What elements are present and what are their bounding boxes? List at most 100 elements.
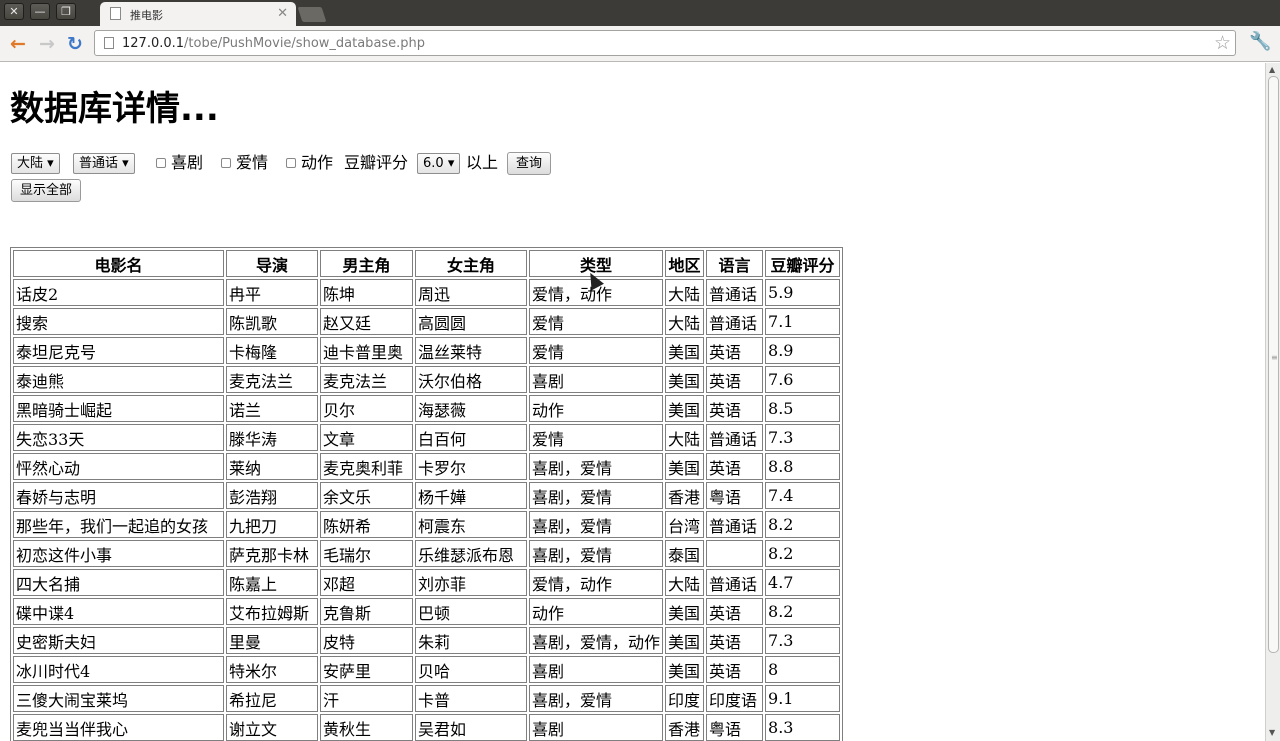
cell-actress: 杨千嬅 bbox=[415, 482, 527, 509]
cell-language: 普通话 bbox=[706, 569, 764, 596]
cell-region: 印度 bbox=[665, 685, 705, 712]
cell-actor: 邓超 bbox=[320, 569, 413, 596]
minimize-window-icon[interactable]: — bbox=[30, 3, 50, 20]
cell-actress: 吴君如 bbox=[415, 714, 527, 741]
cell-actress: 朱莉 bbox=[415, 627, 527, 654]
table-row: 黑暗骑士崛起 诺兰 贝尔 海瑟薇 动作 美国 英语 8.5 bbox=[13, 395, 841, 422]
cell-language: 普通话 bbox=[706, 511, 764, 538]
page-icon bbox=[110, 7, 121, 20]
action-checkbox[interactable] bbox=[286, 158, 296, 168]
cell-language: 粤语 bbox=[706, 714, 764, 741]
cell-actor: 余文乐 bbox=[320, 482, 413, 509]
cell-actress: 高圆圆 bbox=[415, 308, 527, 335]
address-bar[interactable]: 127.0.0.1/tobe/PushMovie/show_database.p… bbox=[94, 30, 1236, 56]
cell-actor: 安萨里 bbox=[320, 656, 413, 683]
region-select[interactable]: 大陆 ▾ bbox=[11, 153, 60, 174]
cell-actor: 麦克法兰 bbox=[320, 366, 413, 393]
cell-rating: 5.9 bbox=[765, 279, 841, 306]
cell-rating: 7.6 bbox=[765, 366, 841, 393]
cell-title: 黑暗骑士崛起 bbox=[13, 395, 224, 422]
scroll-up-arrow-icon[interactable]: ▲ bbox=[1269, 65, 1275, 74]
page-title: 数据库详情... bbox=[10, 89, 219, 129]
cell-actress: 沃尔伯格 bbox=[415, 366, 527, 393]
cell-genre: 喜剧，爱情 bbox=[529, 511, 664, 538]
cell-language: 英语 bbox=[706, 366, 764, 393]
tab-close-icon[interactable]: ✕ bbox=[277, 6, 288, 21]
cell-rating: 8.5 bbox=[765, 395, 841, 422]
wrench-menu-icon[interactable]: 🔧 bbox=[1249, 31, 1271, 52]
rating-select[interactable]: 6.0 ▾ bbox=[417, 153, 461, 174]
column-header-director: 导演 bbox=[226, 250, 318, 277]
column-header-actor: 男主角 bbox=[320, 250, 413, 277]
cell-language: 普通话 bbox=[706, 424, 764, 451]
cell-genre: 喜剧，爱情 bbox=[529, 453, 664, 480]
table-row: 话皮2 冉平 陈坤 周迅 爱情，动作 大陆 普通话 5.9 bbox=[13, 279, 841, 306]
language-select[interactable]: 普通话 ▾ bbox=[73, 153, 135, 174]
cell-rating: 8.2 bbox=[765, 598, 841, 625]
scrollbar-thumb[interactable] bbox=[1268, 76, 1279, 653]
cell-region: 大陆 bbox=[665, 424, 705, 451]
cell-actor: 克鲁斯 bbox=[320, 598, 413, 625]
table-row: 史密斯夫妇 里曼 皮特 朱莉 喜剧，爱情，动作 美国 英语 7.3 bbox=[13, 627, 841, 654]
cell-director: 彭浩翔 bbox=[226, 482, 318, 509]
cell-genre: 爱情，动作 bbox=[529, 569, 664, 596]
cell-region: 香港 bbox=[665, 714, 705, 741]
cell-actress: 周迅 bbox=[415, 279, 527, 306]
cell-title: 初恋这件小事 bbox=[13, 540, 224, 567]
show-all-button[interactable]: 显示全部 bbox=[11, 179, 82, 202]
cell-actor: 迪卡普里奥 bbox=[320, 337, 413, 364]
cell-region: 大陆 bbox=[665, 279, 705, 306]
cell-title: 搜索 bbox=[13, 308, 224, 335]
cell-title: 三傻大闹宝莱坞 bbox=[13, 685, 224, 712]
bookmark-star-icon[interactable]: ☆ bbox=[1214, 32, 1231, 54]
cell-actor: 汗 bbox=[320, 685, 413, 712]
cell-actress: 乐维瑟派布恩 bbox=[415, 540, 527, 567]
romance-checkbox[interactable] bbox=[221, 158, 231, 168]
table-row: 失恋33天 滕华涛 文章 白百何 爱情 大陆 普通话 7.3 bbox=[13, 424, 841, 451]
column-header-actress: 女主角 bbox=[415, 250, 527, 277]
cell-title: 泰坦尼克号 bbox=[13, 337, 224, 364]
table-row: 怦然心动 莱纳 麦克奥利菲 卡罗尔 喜剧，爱情 美国 英语 8.8 bbox=[13, 453, 841, 480]
cell-director: 麦克法兰 bbox=[226, 366, 318, 393]
cell-genre: 动作 bbox=[529, 395, 664, 422]
query-button[interactable]: 查询 bbox=[507, 152, 552, 175]
column-header-region: 地区 bbox=[665, 250, 705, 277]
cell-director: 里曼 bbox=[226, 627, 318, 654]
cell-actress: 白百何 bbox=[415, 424, 527, 451]
rating-label: 豆瓣评分 bbox=[344, 153, 409, 172]
table-header-row: 电影名 导演 男主角 女主角 类型 地区 语言 豆瓣评分 bbox=[13, 250, 841, 277]
scroll-down-arrow-icon[interactable]: ▼ bbox=[1269, 728, 1275, 737]
cell-actor: 毛瑞尔 bbox=[320, 540, 413, 567]
comedy-label: 喜剧 bbox=[171, 153, 204, 172]
new-tab-button[interactable] bbox=[297, 7, 327, 22]
url-text: 127.0.0.1/tobe/PushMovie/show_database.p… bbox=[122, 36, 426, 51]
cell-title: 春娇与志明 bbox=[13, 482, 224, 509]
maximize-window-icon[interactable]: ❐ bbox=[56, 3, 76, 20]
comedy-checkbox[interactable] bbox=[156, 158, 166, 168]
cell-region: 泰国 bbox=[665, 540, 705, 567]
reload-icon[interactable]: ↻ bbox=[64, 33, 86, 55]
browser-tab[interactable]: 推电影 ✕ bbox=[100, 2, 296, 26]
cell-region: 大陆 bbox=[665, 569, 705, 596]
table-row: 麦兜当当伴我心 谢立文 黄秋生 吴君如 喜剧 香港 粤语 8.3 bbox=[13, 714, 841, 741]
cell-region: 美国 bbox=[665, 366, 705, 393]
cell-director: 特米尔 bbox=[226, 656, 318, 683]
cell-language: 英语 bbox=[706, 395, 764, 422]
cell-director: 卡梅隆 bbox=[226, 337, 318, 364]
back-arrow-icon[interactable]: ← bbox=[7, 33, 29, 55]
cell-rating: 8 bbox=[765, 656, 841, 683]
cell-actor: 黄秋生 bbox=[320, 714, 413, 741]
table-row: 泰迪熊 麦克法兰 麦克法兰 沃尔伯格 喜剧 美国 英语 7.6 bbox=[13, 366, 841, 393]
close-window-icon[interactable]: ✕ bbox=[4, 3, 24, 20]
table-row: 冰川时代4 特米尔 安萨里 贝哈 喜剧 美国 英语 8 bbox=[13, 656, 841, 683]
cell-rating: 7.1 bbox=[765, 308, 841, 335]
table-row: 四大名捕 陈嘉上 邓超 刘亦菲 爱情，动作 大陆 普通话 4.7 bbox=[13, 569, 841, 596]
romance-label: 爱情 bbox=[236, 153, 269, 172]
cell-language: 英语 bbox=[706, 627, 764, 654]
table-row: 那些年，我们一起追的女孩 九把刀 陈妍希 柯震东 喜剧，爱情 台湾 普通话 8.2 bbox=[13, 511, 841, 538]
forward-arrow-icon[interactable]: → bbox=[36, 33, 58, 55]
cell-genre: 动作 bbox=[529, 598, 664, 625]
action-label: 动作 bbox=[301, 153, 334, 172]
vertical-scrollbar[interactable]: ▲ ≡ ▼ bbox=[1265, 63, 1280, 741]
cell-genre: 喜剧，爱情 bbox=[529, 540, 664, 567]
